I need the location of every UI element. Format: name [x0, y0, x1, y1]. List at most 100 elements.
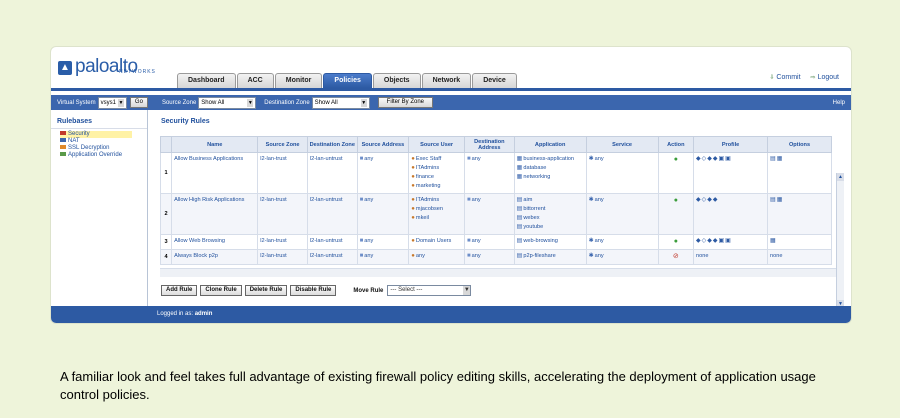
- profile-cell: none: [693, 249, 769, 265]
- deny-icon: ⊘: [672, 253, 679, 260]
- col-destination-zone[interactable]: Destination Zone: [306, 136, 358, 153]
- header-divider: [51, 88, 851, 91]
- col-source-zone[interactable]: Source Zone: [257, 136, 308, 153]
- tab-network[interactable]: Network: [421, 73, 472, 88]
- col-source-address[interactable]: Source Address: [356, 136, 410, 153]
- status-bar: Logged in as: admin: [51, 306, 851, 323]
- source-zone-label: Source Zone: [161, 99, 197, 106]
- col-options[interactable]: Options: [767, 136, 832, 153]
- horizontal-scrollbar[interactable]: [160, 268, 836, 277]
- commit-link[interactable]: ⇩ Commit: [769, 74, 800, 81]
- address-icon: ■: [467, 238, 471, 244]
- col-destination-address[interactable]: Destination Address: [464, 136, 515, 153]
- destination-zone-select[interactable]: Show All ▼: [311, 96, 370, 109]
- clone-rule-button[interactable]: Clone Rule: [200, 285, 242, 296]
- address-icon: ■: [359, 238, 364, 244]
- paloalto-logo-icon: ▲: [58, 61, 72, 75]
- options-icons: ▦: [770, 238, 777, 244]
- application-icon: ▤: [516, 215, 523, 221]
- tab-monitor[interactable]: Monitor: [274, 73, 323, 88]
- vertical-scrollbar[interactable]: ▲ ▼: [836, 173, 844, 308]
- address-icon: ■: [467, 197, 471, 203]
- go-button[interactable]: Go: [129, 97, 148, 108]
- commit-icon: ⇩: [769, 75, 775, 81]
- profile-icons: ◆◇◆◆▣▣: [696, 238, 732, 244]
- logged-in-user: admin: [194, 311, 213, 317]
- delete-rule-button[interactable]: Delete Rule: [244, 285, 288, 296]
- logo-subtext: NETWORKS: [119, 69, 156, 75]
- user-group-icon: ●: [411, 197, 415, 203]
- allow-icon: ●: [673, 156, 678, 163]
- application-icon: ▤: [516, 206, 523, 212]
- table-row[interactable]: 2 Allow High Risk Applications l2-lan-tr…: [159, 193, 832, 235]
- user-icon: ●: [411, 215, 415, 221]
- col-service[interactable]: Service: [585, 136, 659, 153]
- tab-device[interactable]: Device: [472, 73, 517, 88]
- rule-name[interactable]: Allow High Risk Applications: [171, 193, 259, 235]
- logout-icon: ⇨: [810, 75, 816, 81]
- application-group-icon: ▦: [516, 174, 523, 180]
- options-cell: none: [767, 249, 832, 265]
- logout-link[interactable]: ⇨ Logout: [811, 74, 839, 81]
- rules-table: Name Source Zone Destination Zone Source…: [159, 136, 832, 265]
- tree-item-ssl-decryption[interactable]: SSL Decryption: [60, 145, 147, 152]
- security-icon: [60, 131, 66, 136]
- address-icon: ■: [359, 156, 364, 162]
- disable-rule-button[interactable]: Disable Rule: [290, 285, 337, 296]
- tree-item-nat[interactable]: NAT: [60, 138, 147, 145]
- security-rules-panel: Security Rules Name Source Zone Destinat…: [152, 110, 844, 308]
- address-icon: ■: [467, 253, 471, 259]
- tree-item-security[interactable]: Security: [60, 131, 132, 138]
- override-icon: [60, 152, 66, 157]
- move-rule-select[interactable]: --- Select --- ▼: [387, 285, 472, 296]
- app-window: ▲ paloalto NETWORKS Dashboard ACC Monito…: [50, 46, 852, 324]
- tab-policies[interactable]: Policies: [323, 73, 372, 88]
- application-icon: ▤: [516, 197, 523, 203]
- top-links: ⇩ Commit ⇨ Logout: [769, 74, 839, 81]
- scroll-up-icon[interactable]: ▲: [837, 173, 844, 181]
- user-group-icon: ●: [411, 183, 415, 189]
- table-row[interactable]: 4 Always Block p2p l2-lan-trust l2-lan-u…: [159, 249, 832, 265]
- ssl-icon: [60, 145, 66, 150]
- user-icon: ●: [411, 206, 415, 212]
- service-icon: ✱: [588, 238, 594, 244]
- application-icon: ▤: [516, 238, 523, 244]
- tab-acc[interactable]: ACC: [236, 73, 274, 88]
- chevron-down-icon: ▼: [463, 286, 471, 295]
- rulebases-title: Rulebases: [51, 110, 147, 129]
- col-name[interactable]: Name: [171, 136, 259, 153]
- allow-icon: ●: [673, 197, 678, 204]
- table-row[interactable]: 3 Allow Web Browsing l2-lan-trust l2-lan…: [159, 234, 832, 250]
- help-link[interactable]: Help: [833, 100, 845, 106]
- security-rules-title: Security Rules: [161, 118, 210, 125]
- col-profile[interactable]: Profile: [693, 136, 769, 153]
- vsys-select[interactable]: vsys1 ▼: [97, 96, 127, 109]
- rule-name[interactable]: Allow Web Browsing: [171, 234, 259, 250]
- col-application[interactable]: Application: [513, 136, 587, 153]
- profile-icons: ◆◇◆◆▣▣: [696, 156, 732, 162]
- options-icons: ▤▦: [770, 197, 784, 203]
- user-group-icon: ●: [411, 165, 415, 171]
- user-group-icon: ●: [411, 174, 415, 180]
- user-icon: ●: [411, 253, 415, 259]
- rule-name[interactable]: Always Block p2p: [171, 249, 259, 265]
- rule-name[interactable]: Allow Business Applications: [171, 152, 259, 194]
- col-action[interactable]: Action: [657, 136, 695, 153]
- application-group-icon: ▦: [516, 156, 523, 162]
- service-icon: ✱: [588, 156, 594, 162]
- service-icon: ✱: [588, 197, 594, 203]
- table-row[interactable]: 1 Allow Business Applications l2-lan-tru…: [159, 152, 832, 194]
- add-rule-button[interactable]: Add Rule: [161, 285, 198, 296]
- source-zone-select[interactable]: Show All ▼: [198, 96, 257, 109]
- address-icon: ■: [359, 197, 364, 203]
- service-icon: ✱: [588, 253, 594, 259]
- tree-item-app-override[interactable]: Application Override: [60, 152, 147, 159]
- application-icon: ▤: [516, 224, 523, 230]
- rulebase-tree: Security NAT SSL Decryption Application …: [51, 129, 147, 159]
- col-source-user[interactable]: Source User: [408, 136, 466, 153]
- tab-objects[interactable]: Objects: [372, 73, 421, 88]
- filter-by-zone-button[interactable]: Filter By Zone: [377, 97, 434, 108]
- tab-dashboard[interactable]: Dashboard: [177, 73, 236, 88]
- user-group-icon: ●: [411, 156, 415, 162]
- chevron-down-icon: ▼: [247, 98, 254, 107]
